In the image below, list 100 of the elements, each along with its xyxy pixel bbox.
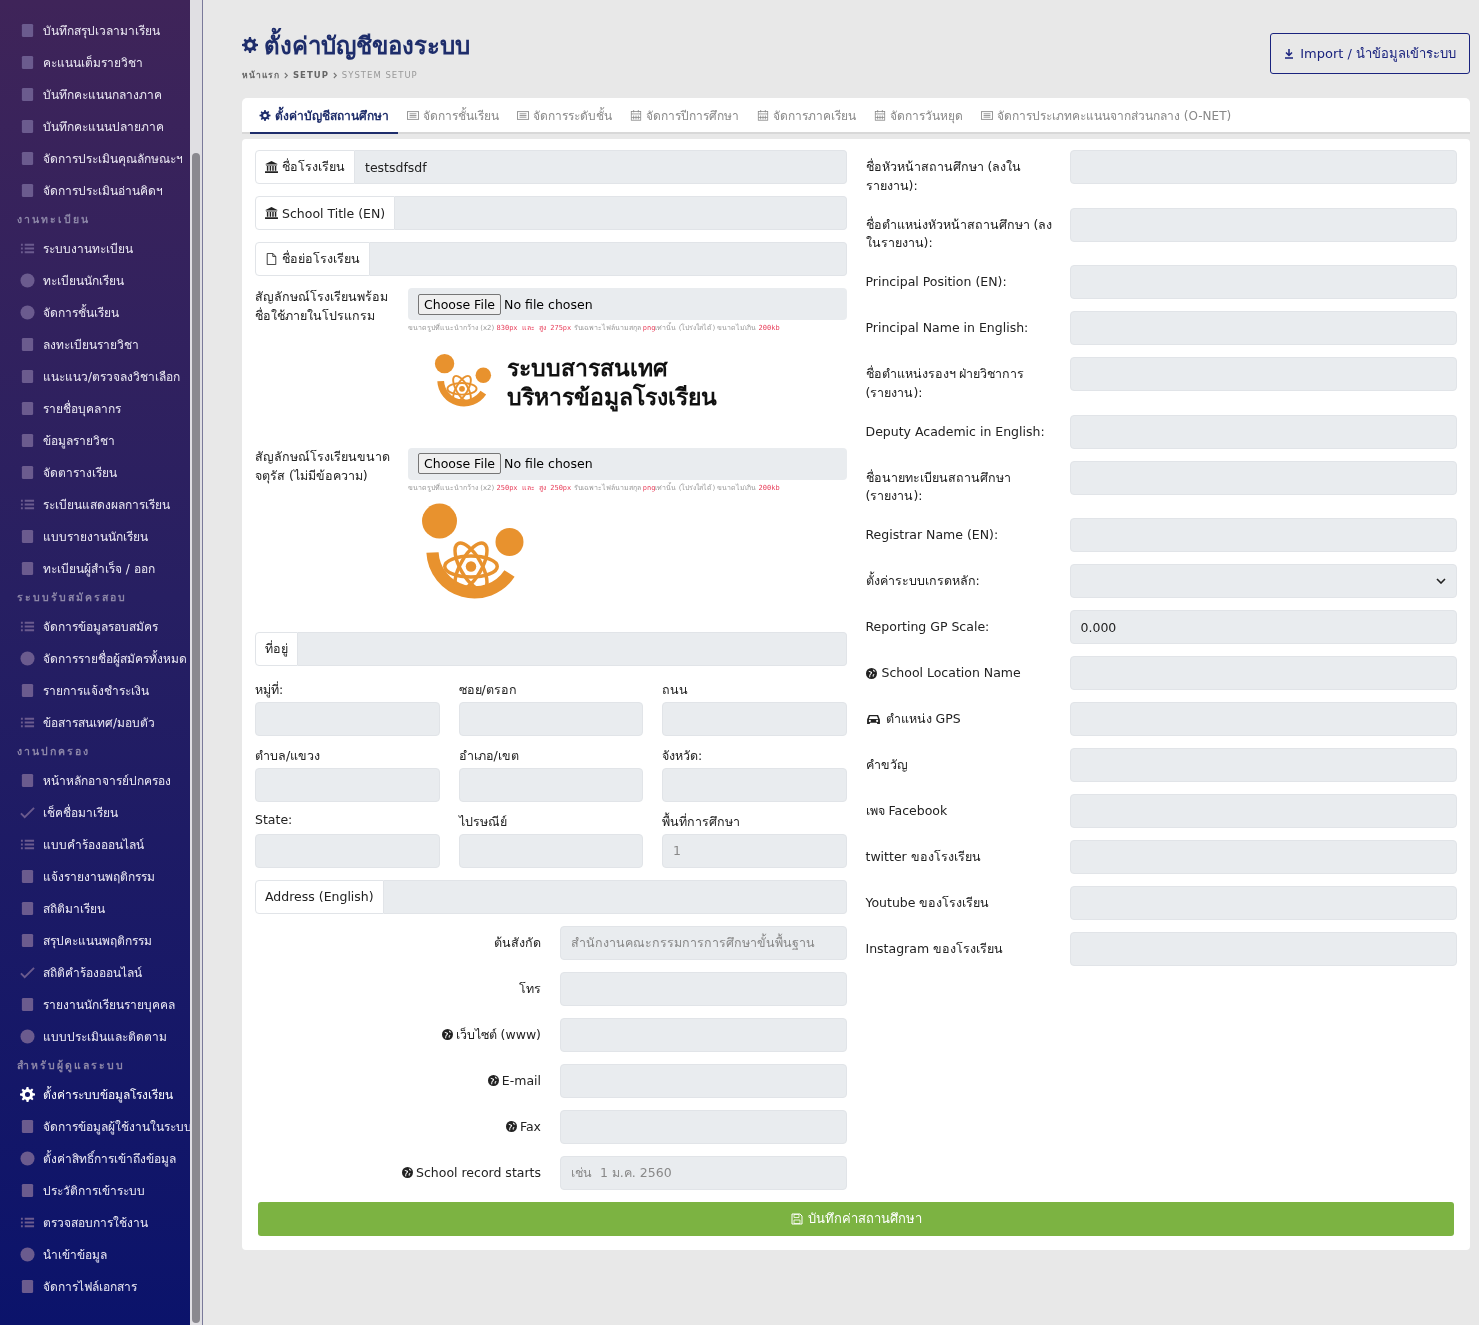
input-field[interactable] [458,833,643,868]
input-field[interactable] [1069,311,1457,345]
input-field[interactable] [458,767,643,802]
input-field[interactable] [1069,518,1457,552]
input-field[interactable] [662,767,847,802]
file-input[interactable]: Choose File No file chosen [408,447,847,480]
input-field[interactable]: 0.000 [1069,610,1457,644]
choose-file-button[interactable]: Choose File [418,453,502,475]
input-field[interactable] [1069,840,1457,874]
sidebar-item[interactable]: แบบประเมินและติดตาม [0,1020,190,1052]
input-field[interactable] [1069,207,1457,242]
field-label: ชื่อนายทะเบียนสถานศึกษา (รายงาน): [865,468,1012,506]
tab[interactable]: จัดการชั้นเรียน [398,98,508,132]
scrollbar-thumb[interactable] [192,153,200,1323]
sidebar-item[interactable]: ทะเบียนผู้สำเร็จ / ออก [0,552,190,584]
tab[interactable]: จัดการประเภทคะแนนจากส่วนกลาง (O-NET) [972,98,1241,132]
sidebar-item[interactable]: ประวัติการเข้าระบบ [0,1174,190,1206]
sidebar-item[interactable]: จัดการไฟล์เอกสาร [0,1270,190,1302]
input-field[interactable] [1069,460,1457,495]
sidebar-item[interactable]: ตรวจสอบการใช้งาน [0,1206,190,1238]
sidebar-item[interactable]: ระบบงานทะเบียน [0,232,190,264]
input-field[interactable] [370,242,847,276]
chevron-icon [332,71,338,79]
input-field[interactable] [1069,932,1457,966]
sidebar-item[interactable]: นำเข้าข้อมูล [0,1238,190,1270]
sidebar-item[interactable]: รายการแจ้งชำระเงิน [0,674,190,706]
sidebar-section-title: ระบบรับสมัครสอบ [16,590,128,605]
sidebar-item[interactable]: แบบคำร้องออนไลน์ [0,828,190,860]
sidebar-item[interactable]: จัดการข้อมูลรอบสมัคร [0,610,190,642]
input-field[interactable]: สำนักงานคณะกรรมการการศึกษาขั้นพื้นฐาน [560,925,847,960]
input-field[interactable] [1069,886,1457,920]
input-field[interactable] [1069,748,1457,782]
sidebar-item[interactable]: จัดการประเมินอ่านคิดฯ [0,174,190,206]
input-field[interactable] [1069,150,1457,184]
sidebar-item[interactable]: ข้อมูลรายวิชา [0,424,190,456]
sidebar-item[interactable]: แจ้งรายงานพฤติกรรม [0,860,190,892]
sidebar-item[interactable]: รายชื่อบุคลากร [0,392,190,424]
field-label: โทร [519,979,541,998]
sidebar-item[interactable]: คะแนนเต็มรายวิชา [0,46,190,78]
input-field[interactable] [255,701,440,736]
tab[interactable]: จัดการระดับชั้น [508,98,621,132]
input-field[interactable] [1069,414,1457,449]
input-field[interactable] [560,1017,847,1052]
input-field[interactable] [383,879,847,914]
input-field[interactable] [255,833,440,868]
field-label: ชื่อหัวหน้าสถานศึกษา (ลงในรายงาน): [865,158,1023,195]
sidebar-item[interactable]: หน้าหลักอาจารย์ปกครอง [0,764,190,796]
sidebar-item[interactable]: ลงทะเบียนรายวิชา [0,328,190,360]
input-field[interactable] [1069,357,1457,391]
sidebar-section-title: งานทะเบียน [16,212,91,227]
input-field[interactable] [1069,702,1457,736]
document-icon [20,86,35,102]
sidebar-item[interactable]: รายงานนักเรียนรายบุคคล [0,988,190,1020]
input-field[interactable] [395,196,847,230]
sidebar-item[interactable]: ตั้งค่าสิทธิ์การเข้าถึงข้อมูล [0,1142,190,1174]
input-field[interactable] [1069,265,1457,299]
sidebar-item[interactable]: ระเบียนแสดงผลการเรียน [0,488,190,520]
chevron-icon [284,71,289,79]
globe-icon [505,1121,517,1133]
sidebar-item[interactable]: สถิติคำร้องออนไลน์ [0,956,190,988]
input-field[interactable] [560,1063,847,1098]
sidebar-item[interactable]: จัดการรายชื่อผู้สมัครทั้งหมด [0,642,190,674]
input-field[interactable]: 1 [662,833,847,868]
input-field[interactable] [298,631,847,666]
sidebar-item[interactable]: ตั้งค่าระบบข้อมูลโรงเรียน [0,1078,190,1110]
tab[interactable]: จัดการวันหยุด [865,98,972,132]
input-field[interactable] [458,701,643,736]
sidebar-item[interactable]: บันทึกสรุปเวลามาเรียน [0,14,190,46]
document-icon [20,868,35,884]
breadcrumb-link[interactable]: SETUP [293,70,329,80]
sidebar-item[interactable]: ทะเบียนนักเรียน [0,264,190,296]
input-field[interactable] [255,767,440,802]
file-input[interactable]: Choose File No file chosen [408,288,847,320]
sidebar-item[interactable]: สรุปคะแนนพฤติกรรม [0,924,190,956]
input-field[interactable]: testsdfsdf [355,150,847,184]
input-field[interactable] [560,971,847,1006]
sidebar-item[interactable]: แนะแนว/ตรวจลงวิชาเลือก [0,360,190,392]
sidebar-item[interactable]: จัดการชั้นเรียน [0,296,190,328]
tab[interactable]: จัดการปีการศึกษา [621,98,748,132]
breadcrumb-link[interactable]: หน้าแรก [242,68,280,82]
field-label: ชื่อโรงเรียน [282,157,345,176]
sidebar-item[interactable]: จัดตารางเรียน [0,456,190,488]
sidebar-item[interactable]: ข้อสารสนเทศ/มอบตัว [0,706,190,738]
sidebar-item[interactable]: บันทึกคะแนนกลางภาค [0,78,190,110]
input-field[interactable] [560,1109,847,1144]
sidebar-item[interactable]: แบบรายงานนักเรียน [0,520,190,552]
sidebar-item[interactable]: เช็คชื่อมาเรียน [0,796,190,828]
input-field[interactable] [1069,794,1457,828]
input-field[interactable] [662,701,847,736]
tab[interactable]: ตั้งค่าบัญชีสถานศึกษา [250,98,398,134]
sidebar-item[interactable]: บันทึกคะแนนปลายภาค [0,110,190,142]
input-field[interactable] [1069,656,1457,690]
sidebar-item[interactable]: สถิติมาเรียน [0,892,190,924]
import-button[interactable]: Import / นำข้อมูลเข้าระบบ [1270,33,1470,74]
field-label: เว็บไซต์ (www) [455,1025,541,1044]
sidebar-item[interactable]: จัดการประเมินคุณลักษณะฯ [0,142,190,174]
tab[interactable]: จัดการภาคเรียน [748,98,865,132]
input-field[interactable]: เช่น 1 ม.ค. 2560 [560,1155,847,1190]
choose-file-button[interactable]: Choose File [418,293,502,315]
select-field[interactable] [1069,564,1457,598]
